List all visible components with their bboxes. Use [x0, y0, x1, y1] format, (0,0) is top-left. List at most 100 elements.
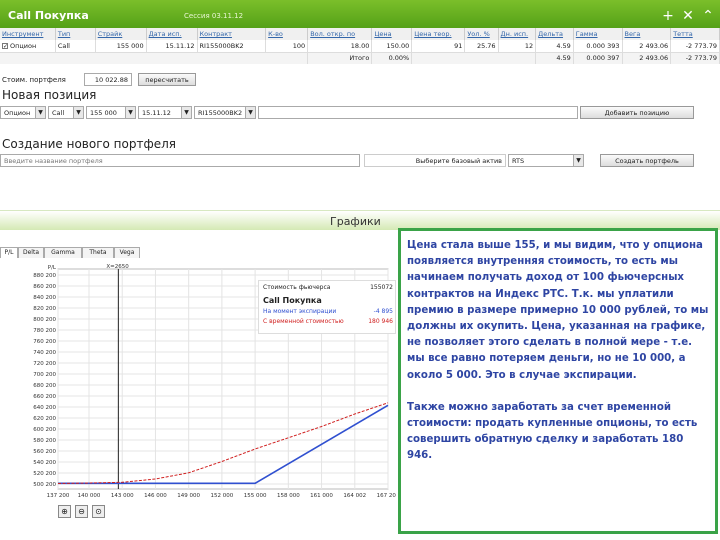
- expiry-value: -4 895: [373, 308, 393, 315]
- y-tick-label: 760 200: [33, 339, 56, 345]
- add-icon[interactable]: +: [660, 7, 676, 25]
- new-position-title: Новая позиция: [2, 88, 97, 102]
- session-label: Сессия 03.11.12: [184, 12, 244, 20]
- chart-readout: Стоимость фьючерса 155072 Call Покупка На…: [258, 280, 396, 334]
- col-header[interactable]: Вол. откр. по: [307, 28, 373, 40]
- base-asset-select[interactable]: RTS ▼: [508, 154, 584, 167]
- create-portfolio-button[interactable]: Создать портфель: [600, 154, 694, 167]
- y-tick-label: 660 200: [33, 394, 56, 400]
- select-value: Call: [52, 109, 65, 117]
- x-tick-label: 167 200: [377, 493, 396, 499]
- col-header[interactable]: Цена теор.: [411, 28, 466, 40]
- table-header-row: Инструмент Тип Страйк Дата исп. Контракт…: [0, 28, 720, 40]
- y-tick-label: 640 200: [33, 405, 56, 411]
- col-header[interactable]: Дн. исп.: [498, 28, 537, 40]
- col-header[interactable]: Уол. %: [464, 28, 499, 40]
- zoom-out-icon[interactable]: ⊖: [75, 505, 88, 518]
- col-header[interactable]: Гамма: [573, 28, 623, 40]
- col-header[interactable]: Дата исп.: [146, 28, 198, 40]
- x-tick-label: 158 000: [277, 493, 300, 499]
- cell: 0.00%: [371, 52, 413, 64]
- expiry-date-select[interactable]: 15.11.12 ▼: [138, 106, 192, 119]
- tab-theta[interactable]: Theta: [82, 247, 114, 258]
- cell: 4.59: [535, 52, 574, 64]
- contract-select[interactable]: RI155000BK2 ▼: [194, 106, 256, 119]
- expiry-label: На момент экспирации: [263, 308, 337, 315]
- cell: RI155000BK2: [197, 40, 267, 53]
- readout-title: Call Покупка: [263, 296, 322, 305]
- recalculate-button[interactable]: пересчитать: [138, 73, 196, 86]
- position-type-select[interactable]: Опцион ▼: [0, 106, 46, 119]
- select-value: RI155000BK2: [198, 109, 243, 117]
- col-header[interactable]: Тетта: [670, 28, 720, 40]
- col-header[interactable]: Страйк: [95, 28, 147, 40]
- collapse-icon[interactable]: ⌃: [700, 7, 716, 25]
- option-kind-select[interactable]: Call ▼: [48, 106, 84, 119]
- tab-gamma[interactable]: Gamma: [44, 247, 82, 258]
- y-tick-label: 680 200: [33, 383, 56, 389]
- cell: 150.00: [371, 40, 413, 53]
- tab-vega[interactable]: Vega: [114, 247, 140, 258]
- futures-price-value: 155072: [370, 284, 393, 291]
- cell: -2 773.79: [670, 40, 720, 53]
- x-tick-label: 143 000: [111, 493, 134, 499]
- y-tick-label: 880 200: [33, 273, 56, 279]
- zoom-reset-icon[interactable]: ⊙: [92, 505, 105, 518]
- charts-band: Графики: [0, 210, 720, 230]
- table-row[interactable]: ✓ Опцион Call 155 000 15.11.12 RI155000BK…: [0, 40, 720, 53]
- cell: 100: [265, 40, 309, 53]
- strike-select[interactable]: 155 000 ▼: [86, 106, 136, 119]
- position-checkbox-cell[interactable]: ✓ Опцион: [0, 40, 56, 53]
- charts-title: Графики: [330, 215, 381, 228]
- cell: 25.76: [464, 40, 499, 53]
- new-position-row: Опцион ▼ Call ▼ 155 000 ▼ 15.11.12 ▼ RI15500…: [0, 106, 720, 122]
- chevron-down-icon: ▼: [573, 155, 583, 166]
- col-header[interactable]: Инструмент: [0, 28, 56, 40]
- y-tick-label: 800 200: [33, 317, 56, 323]
- col-header[interactable]: Контракт: [197, 28, 267, 40]
- table-total-row: Итого 0.00% 4.59 0.000 397 2 493.06 -2 7…: [0, 52, 720, 64]
- col-header[interactable]: Вега: [622, 28, 672, 40]
- col-header[interactable]: Тип: [55, 28, 96, 40]
- y-tick-label: 520 200: [33, 471, 56, 477]
- checkbox[interactable]: ✓: [2, 42, 8, 49]
- y-tick-label: 860 200: [33, 284, 56, 290]
- portfolio-value-field[interactable]: 10 022.88: [84, 73, 132, 86]
- close-icon[interactable]: ✕: [680, 7, 696, 25]
- cell: 2 493.06: [622, 52, 672, 64]
- time-value-value: 180 946: [368, 318, 393, 325]
- col-header[interactable]: К-во: [265, 28, 309, 40]
- x-tick-label: 164 002: [343, 493, 366, 499]
- zoom-in-icon[interactable]: ⊕: [58, 505, 71, 518]
- window-title: Call Покупка: [8, 9, 89, 22]
- portfolio-value-label: Стоим. портфеля: [2, 76, 66, 84]
- y-tick-label: 600 200: [33, 427, 56, 433]
- portfolio-name-input[interactable]: Введите название портфеля: [0, 154, 360, 167]
- note-paragraph-1: Цена стала выше 155, и мы видим, что у о…: [407, 240, 709, 381]
- chevron-down-icon: ▼: [125, 107, 135, 118]
- tab-delta[interactable]: Delta: [18, 247, 44, 258]
- select-value: RTS: [512, 157, 525, 165]
- marker-label: X=2650: [106, 264, 129, 270]
- y-axis-label: P/L: [48, 265, 57, 271]
- position-filler: [258, 106, 578, 119]
- cell: 0.000 393: [573, 40, 623, 53]
- add-position-button[interactable]: Добавить позицию: [580, 106, 694, 119]
- total-label: Итого: [307, 52, 373, 64]
- x-tick-label: 137 200: [47, 493, 70, 499]
- x-tick-label: 140 000: [78, 493, 101, 499]
- y-tick-label: 740 200: [33, 350, 56, 356]
- cell: 15.11.12: [146, 40, 198, 53]
- y-tick-label: 700 200: [33, 372, 56, 378]
- col-header[interactable]: Цена: [371, 28, 413, 40]
- col-header[interactable]: Дельта: [535, 28, 574, 40]
- tab-pl[interactable]: P/L: [0, 247, 18, 258]
- explanation-note: Цена стала выше 155, и мы видим, что у о…: [398, 228, 718, 534]
- chevron-down-icon: ▼: [181, 107, 191, 118]
- futures-price-label: Стоимость фьючерса: [263, 284, 331, 291]
- new-portfolio-title: Создание нового портфеля: [2, 137, 176, 151]
- select-value: 155 000: [90, 109, 117, 117]
- x-tick-label: 149 000: [177, 493, 200, 499]
- y-tick-label: 780 200: [33, 328, 56, 334]
- x-tick-label: 152 000: [211, 493, 234, 499]
